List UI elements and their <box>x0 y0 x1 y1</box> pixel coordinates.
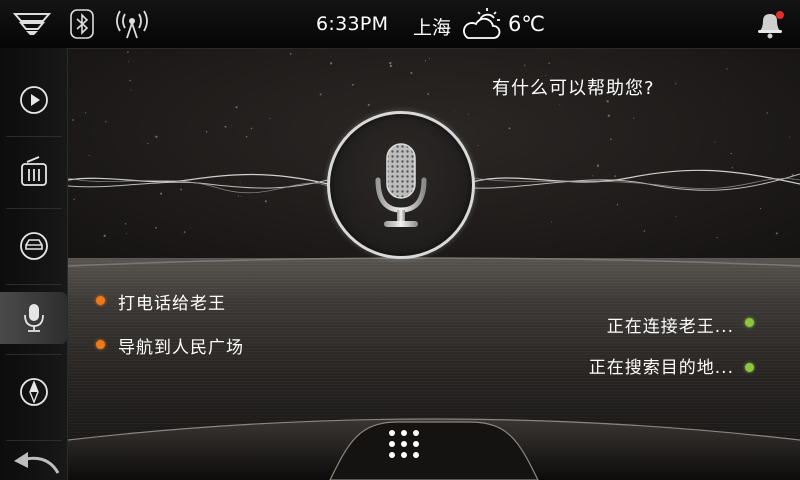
command-dot <box>96 340 105 349</box>
microphone-icon <box>23 304 44 332</box>
signal-icon <box>116 10 148 39</box>
notification-bell-icon <box>758 11 784 39</box>
app-grid-icon <box>389 430 419 458</box>
sidebar-divider <box>6 136 62 137</box>
notification-dot <box>776 11 784 19</box>
microphone-icon <box>375 143 427 227</box>
sidebar-item-radio[interactable] <box>0 146 67 198</box>
microphone-button[interactable] <box>327 111 475 259</box>
command-dot <box>96 296 105 305</box>
sidebar-divider <box>6 354 62 355</box>
play-icon <box>19 86 48 114</box>
voice-command: 导航到人民广场 <box>118 338 244 358</box>
voice-assistant-screen: 有什么可以帮助您? 打电话给老王 导航到人民广场 正在连接老王... 正在搜索目… <box>0 0 800 480</box>
response-dot <box>745 318 754 327</box>
back-arrow-icon <box>13 452 59 474</box>
bottom-dock <box>68 418 800 480</box>
sidebar-item-navigation[interactable] <box>0 366 67 418</box>
assistant-prompt: 有什么可以帮助您? <box>492 78 655 99</box>
sidebar-divider <box>6 440 62 441</box>
compass-icon <box>19 378 48 406</box>
response-dot <box>745 363 754 372</box>
voice-command: 打电话给老王 <box>118 294 226 314</box>
logo-icon <box>13 13 51 35</box>
sidebar-divider <box>6 208 62 209</box>
sidebar-item-media[interactable] <box>0 74 67 126</box>
assistant-response: 正在搜索目的地... <box>588 358 734 378</box>
bluetooth-icon <box>70 9 94 39</box>
sidebar <box>0 48 68 480</box>
status-bar: 6:33PM 上海 6℃ <box>0 0 800 49</box>
notification-button[interactable] <box>752 6 788 42</box>
sidebar-divider <box>6 284 62 285</box>
assistant-response: 正在连接老王... <box>606 317 734 337</box>
back-button[interactable] <box>0 444 67 480</box>
partly-cloudy-icon <box>463 8 501 39</box>
sidebar-item-car[interactable] <box>0 220 67 272</box>
radio-icon <box>20 156 47 186</box>
clock: 6:33PM <box>316 13 389 35</box>
sidebar-item-voice[interactable] <box>0 292 67 344</box>
home-logo-button[interactable] <box>12 6 52 42</box>
app-menu-button[interactable] <box>380 424 428 464</box>
signal-status <box>112 6 152 42</box>
car-icon <box>19 232 48 260</box>
bluetooth-status <box>68 6 96 42</box>
city-name: 上海 <box>413 17 452 39</box>
temperature: 6℃ <box>508 12 545 36</box>
